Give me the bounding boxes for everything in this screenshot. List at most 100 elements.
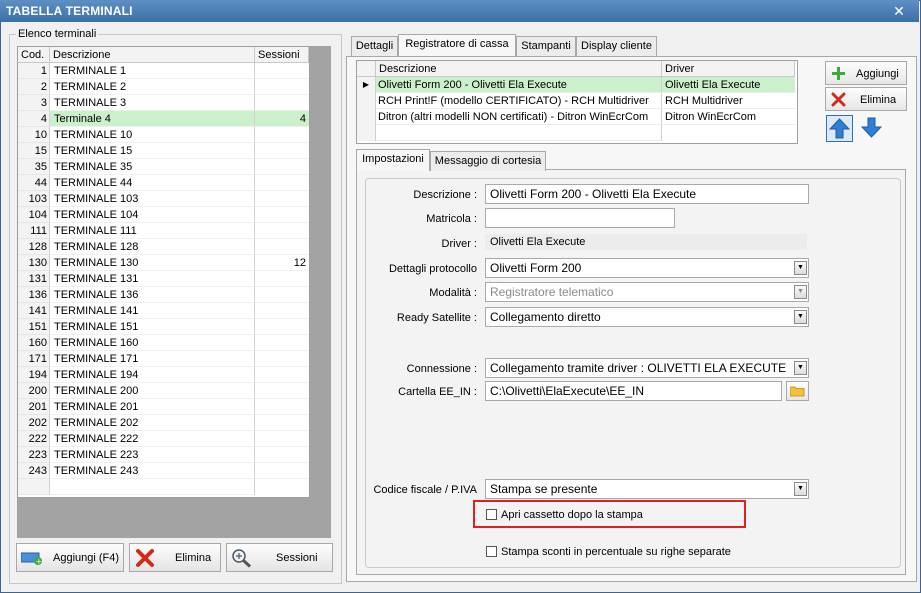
table-row[interactable]: 202 TERMINALE 202 xyxy=(18,415,309,431)
terminal-code: 44 xyxy=(18,175,50,191)
new-row[interactable] xyxy=(18,479,309,495)
column-header-driver-description[interactable]: Descrizione xyxy=(376,61,662,77)
table-row[interactable]: 151 TERMINALE 151 xyxy=(18,319,309,335)
protocollo-select[interactable]: Olivetti Form 200 ▼ xyxy=(485,258,809,278)
add-terminal-button[interactable]: + Aggiungi (F4) xyxy=(16,543,124,572)
browse-folder-button[interactable] xyxy=(786,381,809,401)
terminal-sessions xyxy=(255,431,309,447)
table-row[interactable]: 104 TERMINALE 104 xyxy=(18,207,309,223)
folder-icon xyxy=(790,386,805,397)
delete-terminal-button[interactable]: Elimina xyxy=(129,543,221,572)
driver-row[interactable]: Ditron (altri modelli NON certificati) -… xyxy=(357,109,795,125)
table-row[interactable]: 3 TERMINALE 3 xyxy=(18,95,309,111)
new-row-cell xyxy=(50,479,255,495)
terminal-code: 223 xyxy=(18,447,50,463)
table-row[interactable]: 200 TERMINALE 200 xyxy=(18,383,309,399)
move-up-button[interactable] xyxy=(826,115,853,142)
driver-row[interactable]: RCH Print!F (modello CERTIFICATO) - RCH … xyxy=(357,93,795,109)
new-row-indicator xyxy=(357,125,376,141)
table-row[interactable]: 223 TERMINALE 223 xyxy=(18,447,309,463)
terminal-sessions xyxy=(255,63,309,79)
printer-driver-grid[interactable]: Descrizione Driver ▶ Olivetti Form 200 - … xyxy=(356,60,798,144)
table-row[interactable]: 44 TERMINALE 44 xyxy=(18,175,309,191)
terminal-description: TERMINALE 128 xyxy=(50,239,255,255)
descrizione-input[interactable]: Olivetti Form 200 - Olivetti Ela Execute xyxy=(485,184,809,204)
delete-driver-button[interactable]: Elimina xyxy=(825,87,907,111)
table-row[interactable]: 136 TERMINALE 136 xyxy=(18,287,309,303)
dropdown-arrow-icon[interactable]: ▼ xyxy=(794,261,807,275)
terminal-code: 2 xyxy=(18,79,50,95)
table-row[interactable]: 130 TERMINALE 130 12 xyxy=(18,255,309,271)
table-row[interactable]: 171 TERMINALE 171 xyxy=(18,351,309,367)
dropdown-arrow-icon[interactable]: ▼ xyxy=(794,482,807,496)
table-row[interactable]: 222 TERMINALE 222 xyxy=(18,431,309,447)
table-row[interactable]: 103 TERMINALE 103 xyxy=(18,191,309,207)
new-driver-row[interactable] xyxy=(357,125,795,141)
matricola-input[interactable] xyxy=(485,208,675,228)
matricola-label: Matricola : xyxy=(426,213,477,225)
add-driver-label: Aggiungi xyxy=(856,68,899,80)
column-header-sessions[interactable]: Sessioni xyxy=(255,47,309,63)
terminal-description: TERMINALE 202 xyxy=(50,415,255,431)
terminal-sessions: 12 xyxy=(255,255,309,271)
table-row[interactable]: 201 TERMINALE 201 xyxy=(18,399,309,415)
move-down-button[interactable] xyxy=(859,115,886,142)
tab-impostazioni[interactable]: Impostazioni xyxy=(356,149,430,171)
terminal-sessions xyxy=(255,399,309,415)
terminal-description: Terminale 4 xyxy=(50,111,255,127)
table-row[interactable]: 4 Terminale 44 xyxy=(18,111,309,127)
column-header-driver[interactable]: Driver xyxy=(662,61,795,77)
terminal-code: 171 xyxy=(18,351,50,367)
table-row[interactable]: 141 TERMINALE 141 xyxy=(18,303,309,319)
satellite-select[interactable]: Collegamento diretto ▼ xyxy=(485,307,809,327)
delete-driver-label: Elimina xyxy=(860,94,897,106)
table-row[interactable]: 1 TERMINALE 1 xyxy=(18,63,309,79)
table-row[interactable]: 111 TERMINALE 111 xyxy=(18,223,309,239)
tab-messaggio-di-cortesia[interactable]: Messaggio di cortesia xyxy=(430,151,546,171)
sessions-button[interactable]: Sessioni xyxy=(226,543,333,572)
driver-name: Olivetti Ela Execute xyxy=(662,77,795,93)
close-icon[interactable]: ✕ xyxy=(893,4,905,18)
driver-row[interactable]: ▶ Olivetti Form 200 - Olivetti Ela Execut… xyxy=(357,77,795,93)
column-header-code[interactable]: Cod. xyxy=(18,47,50,63)
dropdown-arrow-icon: ▼ xyxy=(794,285,807,299)
dropdown-arrow-icon[interactable]: ▼ xyxy=(794,310,807,324)
table-row[interactable]: 160 TERMINALE 160 xyxy=(18,335,309,351)
terminal-sessions xyxy=(255,303,309,319)
modalita-label: Modalità : xyxy=(429,287,477,299)
terminal-grid[interactable]: Cod. Descrizione Sessioni 1 TERMINALE 12T… xyxy=(17,46,310,498)
apri-cassetto-label[interactable]: Apri cassetto dopo la stampa xyxy=(501,509,643,521)
table-row[interactable]: 131 TERMINALE 131 xyxy=(18,271,309,287)
connessione-select[interactable]: Collegamento tramite driver : OLIVETTI E… xyxy=(485,358,809,378)
apri-cassetto-checkbox[interactable] xyxy=(486,509,497,520)
add-driver-button[interactable]: Aggiungi xyxy=(825,61,907,85)
table-row[interactable]: 10 TERMINALE 10 xyxy=(18,127,309,143)
tab-dettagli[interactable]: Dettagli xyxy=(351,36,398,56)
table-row[interactable]: 128 TERMINALE 128 xyxy=(18,239,309,255)
cartella-input[interactable]: C:\Olivetti\ElaExecute\EE_IN xyxy=(485,381,782,401)
dropdown-arrow-icon[interactable]: ▼ xyxy=(794,361,807,375)
terminal-code: 201 xyxy=(18,399,50,415)
terminal-description: TERMINALE 201 xyxy=(50,399,255,415)
codice-fiscale-select[interactable]: Stampa se presente ▼ xyxy=(485,479,809,499)
terminal-sessions xyxy=(255,287,309,303)
sconti-label[interactable]: Stampa sconti in percentuale su righe se… xyxy=(501,546,731,558)
table-row[interactable]: 243 TERMINALE 243 xyxy=(18,463,309,479)
plus-icon xyxy=(832,67,845,80)
sconti-checkbox[interactable] xyxy=(486,546,497,557)
table-row[interactable]: 35 TERMINALE 35 xyxy=(18,159,309,175)
row-indicator xyxy=(357,93,376,109)
tab-display-cliente[interactable]: Display cliente xyxy=(576,36,657,56)
terminal-sessions xyxy=(255,367,309,383)
table-row[interactable]: 15 TERMINALE 15 xyxy=(18,143,309,159)
terminal-code: 103 xyxy=(18,191,50,207)
tab-stampanti[interactable]: Stampanti xyxy=(516,36,576,56)
terminal-description: TERMINALE 223 xyxy=(50,447,255,463)
tab-registratore-di-cassa[interactable]: Registratore di cassa xyxy=(398,34,516,56)
table-row[interactable]: 2 TERMINALE 2 xyxy=(18,79,309,95)
terminal-description: TERMINALE 10 xyxy=(50,127,255,143)
table-row[interactable]: 194 TERMINALE 194 xyxy=(18,367,309,383)
column-header-description[interactable]: Descrizione xyxy=(50,47,255,63)
sessions-label: Sessioni xyxy=(276,552,318,564)
terminal-code: 243 xyxy=(18,463,50,479)
